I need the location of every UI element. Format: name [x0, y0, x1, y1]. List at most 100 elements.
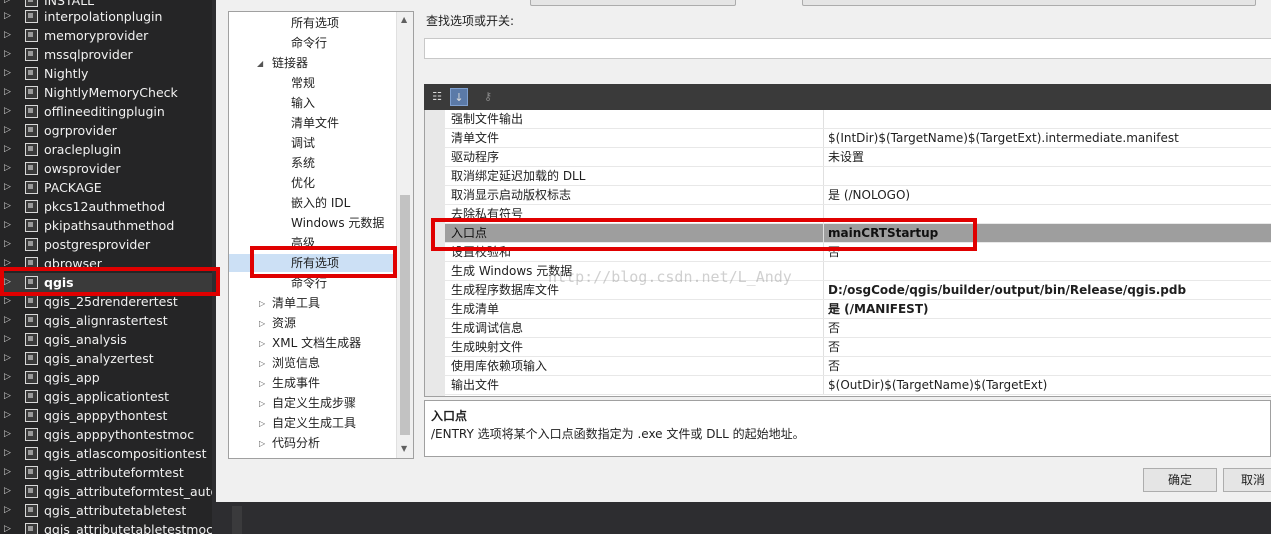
project-item[interactable]: ▷ pkcs12authmethod: [0, 197, 212, 216]
expand-arrow-icon[interactable]: ▷: [4, 216, 11, 235]
collapse-arrow-icon[interactable]: ◢: [257, 59, 263, 68]
project-item[interactable]: ▷ postgresprovider: [0, 235, 212, 254]
tree-node[interactable]: 自定义生成步骤: [272, 394, 356, 412]
tree-node[interactable]: 命令行: [291, 274, 327, 292]
key-icon[interactable]: ⚷: [479, 88, 497, 106]
search-input[interactable]: [424, 38, 1271, 59]
expand-arrow-icon[interactable]: ▷: [4, 178, 11, 197]
project-item[interactable]: ▷ ogrprovider: [0, 121, 212, 140]
tree-node-linker[interactable]: 链接器: [272, 54, 308, 72]
project-item[interactable]: ▷ PACKAGE: [0, 178, 212, 197]
expand-arrow-icon[interactable]: ▷: [4, 26, 11, 45]
expand-arrow-icon[interactable]: ▷: [4, 235, 11, 254]
project-item[interactable]: ▷ qgis_alignrastertest: [0, 311, 212, 330]
expand-arrow-icon[interactable]: ▷: [4, 45, 11, 64]
expand-arrow-icon[interactable]: ▷: [4, 140, 11, 159]
tree-node[interactable]: 输入: [291, 94, 315, 112]
property-row[interactable]: 生成清单是 (/MANIFEST): [445, 300, 1271, 319]
expand-arrow-icon[interactable]: ▷: [4, 387, 11, 406]
platform-dropdown[interactable]: [802, 0, 1256, 6]
ok-button[interactable]: 确定: [1143, 468, 1217, 492]
tree-node[interactable]: 嵌入的 IDL: [291, 194, 350, 212]
tree-scrollbar[interactable]: ▲ ▼: [396, 12, 413, 458]
property-row-selected[interactable]: 入口点 mainCRTStartup: [445, 224, 1271, 243]
property-row[interactable]: 去除私有符号: [445, 205, 1271, 224]
project-item[interactable]: ▷ qgis_atlascompositiontest: [0, 444, 212, 463]
expand-arrow-icon[interactable]: ▷: [4, 83, 11, 102]
property-row[interactable]: 输出文件 $(OutDir)$(TargetName)$(TargetExt): [445, 376, 1271, 395]
expand-arrow-icon[interactable]: ▷: [4, 501, 11, 520]
project-item[interactable]: ▷ pkipathsauthmethod: [0, 216, 212, 235]
tree-node[interactable]: 自定义生成工具: [272, 414, 356, 432]
tree-node[interactable]: 系统: [291, 154, 315, 172]
expand-arrow-icon[interactable]: ▷: [4, 406, 11, 425]
expand-arrow-icon[interactable]: ▷: [4, 330, 11, 349]
project-item[interactable]: ▷ qgis_25drenderertest: [0, 292, 212, 311]
property-row[interactable]: 强制文件输出: [445, 110, 1271, 129]
property-row[interactable]: 生成映射文件否: [445, 338, 1271, 357]
project-item[interactable]: ▷ qgis_attributetabletest: [0, 501, 212, 520]
expand-arrow-icon[interactable]: ▷: [4, 482, 11, 501]
expand-arrow-icon[interactable]: ▷: [4, 349, 11, 368]
project-item[interactable]: ▷ Nightly: [0, 64, 212, 83]
tree-node[interactable]: 资源: [272, 314, 296, 332]
project-item[interactable]: ▷ qgis_attributeformtest: [0, 463, 212, 482]
project-item[interactable]: ▷ qgis_app: [0, 368, 212, 387]
project-item[interactable]: ▷ owsprovider: [0, 159, 212, 178]
tree-node[interactable]: 优化: [291, 174, 315, 192]
property-row[interactable]: 设置校验和否: [445, 243, 1271, 262]
project-item[interactable]: ▷ qgis_attributeformtest_autog: [0, 482, 212, 501]
tree-node[interactable]: 所有选项: [291, 14, 339, 32]
expand-arrow-icon[interactable]: ▷: [4, 64, 11, 83]
property-row[interactable]: 驱动程序 未设置: [445, 148, 1271, 167]
project-item[interactable]: ▷ qgis_attributetabletestmoc: [0, 520, 212, 534]
project-item[interactable]: ▷ qgis_analysis: [0, 330, 212, 349]
expand-arrow-icon[interactable]: ▷: [4, 444, 11, 463]
project-item[interactable]: ▷ qgis_applicationtest: [0, 387, 212, 406]
categorized-icon[interactable]: ☷: [428, 88, 446, 106]
expand-arrow-icon[interactable]: ▷: [259, 359, 265, 368]
project-item[interactable]: ▷ qgis_apppythontest: [0, 406, 212, 425]
tree-node[interactable]: 调试: [291, 134, 315, 152]
property-row[interactable]: 清单文件 $(IntDir)$(TargetName)$(TargetExt).i…: [445, 129, 1271, 148]
scrollbar-thumb[interactable]: [400, 195, 410, 435]
tree-node[interactable]: XML 文档生成器: [272, 334, 361, 352]
expand-arrow-icon[interactable]: ▷: [259, 419, 265, 428]
tree-node[interactable]: 高级: [291, 234, 315, 252]
expand-arrow-icon[interactable]: ▷: [259, 439, 265, 448]
tree-node[interactable]: 生成事件: [272, 374, 320, 392]
project-item[interactable]: ▷ memoryprovider: [0, 26, 212, 45]
tree-node[interactable]: 清单工具: [272, 294, 320, 312]
expand-arrow-icon[interactable]: ▷: [4, 121, 11, 140]
expand-arrow-icon[interactable]: ▷: [4, 463, 11, 482]
project-item[interactable]: ▷ NightlyMemoryCheck: [0, 83, 212, 102]
expand-arrow-icon[interactable]: ▷: [259, 399, 265, 408]
expand-arrow-icon[interactable]: ▷: [4, 197, 11, 216]
tree-node[interactable]: 代码分析: [272, 434, 320, 452]
alphabetical-icon[interactable]: ↓: [450, 88, 468, 106]
expand-arrow-icon[interactable]: ▷: [4, 368, 11, 387]
project-item[interactable]: ▷ interpolationplugin: [0, 7, 212, 26]
tree-node[interactable]: 浏览信息: [272, 354, 320, 372]
project-item[interactable]: ▷ qbrowser: [0, 254, 212, 273]
project-item-selected[interactable]: ▷ qgis: [0, 273, 212, 292]
expand-arrow-icon[interactable]: ▷: [4, 7, 11, 26]
project-item[interactable]: ▷ mssqlprovider: [0, 45, 212, 64]
property-row[interactable]: 生成 Windows 元数据: [445, 262, 1271, 281]
expand-arrow-icon[interactable]: ▷: [259, 319, 265, 328]
project-item[interactable]: ▷ qgis_apppythontestmoc: [0, 425, 212, 444]
project-item[interactable]: ▷ qgis_analyzertest: [0, 349, 212, 368]
expand-arrow-icon[interactable]: ▷: [4, 425, 11, 444]
expand-arrow-icon[interactable]: ▷: [4, 159, 11, 178]
scroll-down-icon[interactable]: ▼: [401, 444, 407, 453]
tree-node[interactable]: 命令行: [291, 34, 327, 52]
expand-arrow-icon[interactable]: ▷: [4, 102, 11, 121]
expand-arrow-icon[interactable]: ▷: [4, 254, 11, 273]
scroll-up-icon[interactable]: ▲: [401, 15, 407, 24]
tree-node[interactable]: 常规: [291, 74, 315, 92]
project-item[interactable]: ▷ oracleplugin: [0, 140, 212, 159]
property-row[interactable]: 生成程序数据库文件 D:/osgCode/qgis/builder/output/…: [445, 281, 1271, 300]
property-row[interactable]: 生成调试信息否: [445, 319, 1271, 338]
expand-arrow-icon[interactable]: ▷: [4, 273, 11, 292]
property-row[interactable]: 取消绑定延迟加载的 DLL: [445, 167, 1271, 186]
